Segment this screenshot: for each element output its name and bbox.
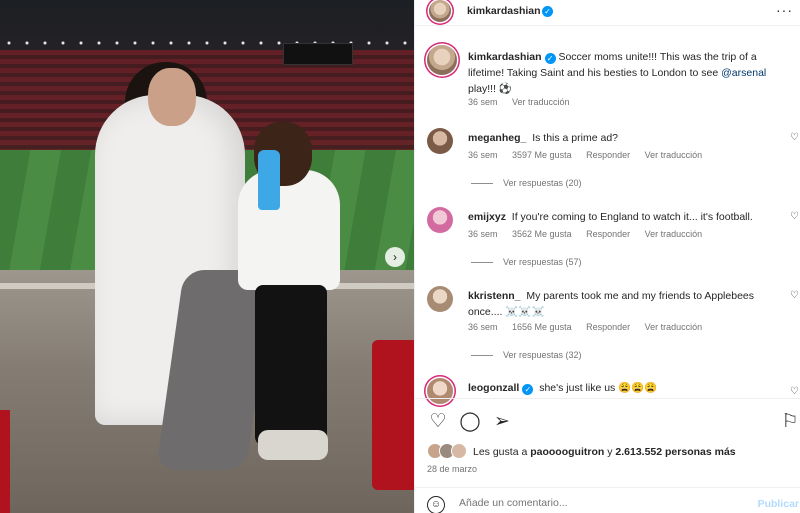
avatar[interactable] [427, 207, 453, 233]
view-replies-button[interactable]: Ver respuestas (20) [471, 178, 582, 188]
red-seat [372, 340, 414, 490]
likes-summary: Les gusta a paooooguitron y 2.613.552 pe… [427, 443, 797, 463]
boy-pants [255, 285, 327, 445]
caption-text: kimkardashian ✓ Soccer moms unite!!! This… [468, 49, 788, 97]
translate-button[interactable]: Ver traducción [645, 150, 703, 160]
comment-likes[interactable]: 3562 Me gusta [512, 229, 572, 239]
mention-link[interactable]: @arsenal [721, 67, 766, 79]
avatar[interactable] [429, 0, 451, 22]
likes-user[interactable]: paooooguitron [530, 446, 604, 458]
bookmark-icon[interactable]: ⚐ [779, 411, 800, 433]
comment-username[interactable]: leogonzall [468, 382, 519, 394]
more-horizontal-icon[interactable]: ··· [776, 2, 793, 18]
comment-time: 36 sem [468, 229, 498, 239]
reply-button[interactable]: Responder [586, 229, 630, 239]
reply-button[interactable]: Responder [586, 150, 630, 160]
post-sidebar: kimkardashian ✓ ··· kimkardashian ✓ Socce… [414, 0, 800, 513]
liker-avatar[interactable] [451, 443, 467, 459]
post-date[interactable]: 28 de marzo [427, 464, 477, 474]
comment-username[interactable]: emijxyz [468, 211, 506, 223]
comment-likes[interactable]: 3597 Me gusta [512, 150, 572, 160]
comment-body: Is this a prime ad? [532, 132, 618, 144]
red-seat-left [0, 410, 10, 513]
heart-icon[interactable]: ♡ [790, 132, 799, 143]
next-image-button[interactable]: › [385, 247, 405, 267]
boy-shoes [258, 430, 328, 460]
post-author-username[interactable]: kimkardashian [467, 5, 541, 17]
view-replies-button[interactable]: Ver respuestas (32) [471, 350, 582, 360]
boy-figure [238, 170, 340, 290]
post-photo[interactable]: › [0, 0, 414, 513]
comment-meta: 36 sem 3597 Me gusta Responder Ver tradu… [468, 150, 714, 160]
comment-body: she's just like us 😩😩😩 [539, 382, 658, 394]
translate-button[interactable]: Ver traducción [645, 229, 703, 239]
caption-time: 36 sem [468, 97, 498, 107]
comment-time: 36 sem [468, 322, 498, 332]
comment-time: 36 sem [468, 150, 498, 160]
post-header: kimkardashian ✓ ··· [415, 0, 800, 26]
reply-button[interactable]: Responder [586, 322, 630, 332]
likes-mid: y [604, 446, 616, 458]
comment-icon[interactable]: ◯ [459, 411, 481, 433]
comment-text: meganheg_ Is this a prime ad? [468, 130, 768, 146]
comment-username[interactable]: meganheg_ [468, 132, 526, 144]
verified-icon: ✓ [542, 6, 553, 17]
translate-button[interactable]: Ver traducción [512, 97, 570, 107]
comment-meta: 36 sem 1656 Me gusta Responder Ver tradu… [468, 322, 714, 332]
chevron-right-icon: › [393, 250, 397, 264]
comment-text: leogonzall ✓ she's just like us 😩😩😩 [468, 380, 768, 396]
publish-button[interactable]: Publicar [758, 498, 799, 510]
share-icon[interactable]: ➢ [491, 411, 513, 433]
like-heart-icon[interactable]: ♡ [427, 411, 449, 433]
comment-body: If you're coming to England to watch it.… [511, 211, 753, 223]
post-actions-bar: ♡ ◯ ➢ ⚐ [415, 398, 800, 448]
caption-body-end: play!!! ⚽ [468, 83, 513, 95]
caption-username[interactable]: kimkardashian [468, 51, 542, 63]
avatar[interactable] [427, 45, 457, 75]
scoreboard [283, 43, 353, 65]
likes-prefix: Les gusta a [473, 446, 531, 458]
heart-icon[interactable]: ♡ [790, 290, 799, 301]
comment-likes[interactable]: 1656 Me gusta [512, 322, 572, 332]
translate-button[interactable]: Ver traducción [645, 322, 703, 332]
verified-icon: ✓ [522, 384, 534, 395]
add-comment-bar: ☺ Publicar [415, 487, 800, 513]
comment-username[interactable]: kkristenn_ [468, 290, 521, 302]
heart-icon[interactable]: ♡ [790, 211, 799, 222]
likes-text[interactable]: Les gusta a paooooguitron y 2.613.552 pe… [473, 446, 736, 458]
view-replies-button[interactable]: Ver respuestas (57) [471, 257, 582, 267]
avatar[interactable] [427, 128, 453, 154]
comment-input[interactable] [459, 494, 739, 512]
avatar[interactable] [427, 286, 453, 312]
woman-face [148, 68, 196, 126]
comment-text: emijxyz If you're coming to England to w… [468, 209, 768, 225]
comment-meta: 36 sem 3562 Me gusta Responder Ver tradu… [468, 229, 714, 239]
heart-icon[interactable]: ♡ [790, 386, 799, 397]
likes-count[interactable]: 2.613.552 personas más [615, 446, 735, 458]
comment-text: kkristenn_ My parents took me and my fri… [468, 288, 768, 320]
emoji-icon[interactable]: ☺ [427, 496, 445, 513]
verified-icon: ✓ [544, 53, 556, 64]
drink-bottle [258, 150, 280, 210]
caption-meta: 36 sem Ver traducción [468, 97, 582, 107]
